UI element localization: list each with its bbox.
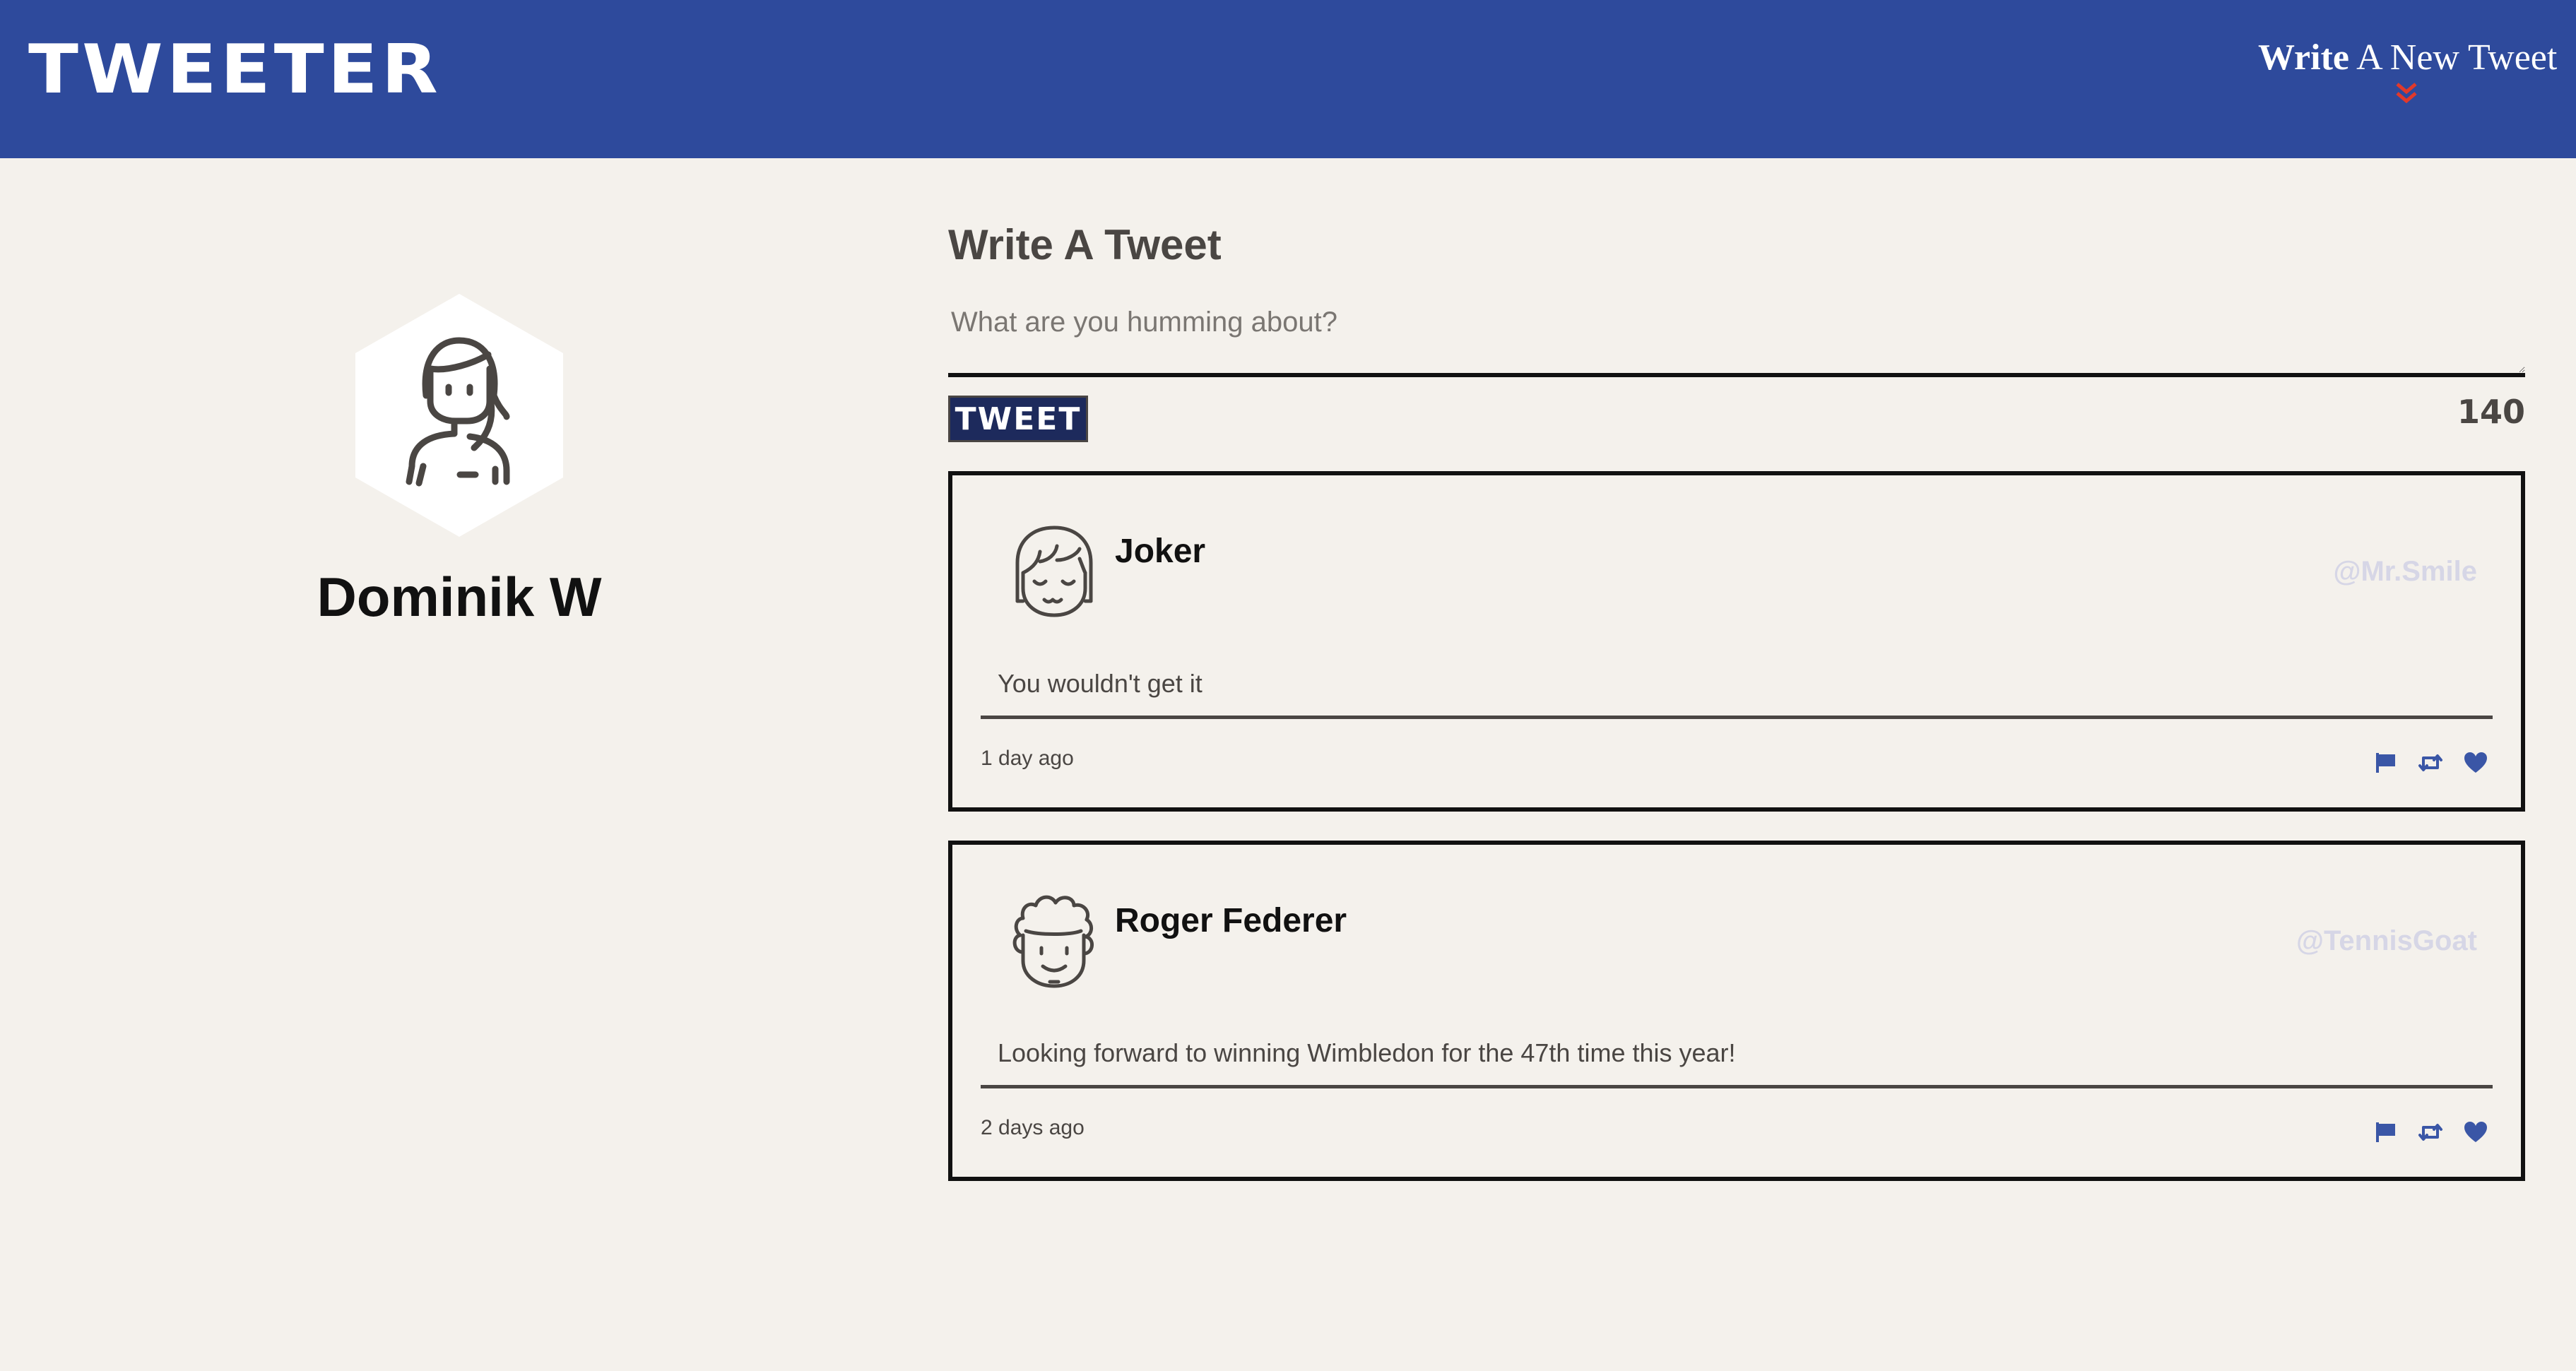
tweet-card: Roger Federer @TennisGoat Looking forwar… bbox=[948, 841, 2525, 1181]
write-new-tweet-label: Write A New Tweet bbox=[2258, 37, 2558, 78]
tweet-author-avatar bbox=[1012, 895, 1094, 988]
tweet-actions bbox=[2374, 1120, 2488, 1144]
write-new-tweet-toggle[interactable]: Write A New Tweet bbox=[2258, 37, 2558, 114]
chevron-double-down-icon bbox=[2396, 83, 2417, 104]
heart-icon[interactable] bbox=[2463, 1120, 2488, 1144]
brand-logo[interactable]: TWEETER bbox=[28, 30, 442, 109]
retweet-icon[interactable] bbox=[2418, 1120, 2443, 1144]
tweet-divider bbox=[981, 716, 2493, 719]
tweet-actions bbox=[2374, 751, 2488, 775]
tweet-author-name: Roger Federer bbox=[1115, 902, 1347, 939]
tweet-text-input[interactable] bbox=[948, 299, 2525, 377]
flag-icon[interactable] bbox=[2374, 751, 2398, 775]
flag-icon[interactable] bbox=[2374, 1120, 2398, 1144]
tweet-card: Joker @Mr.Smile You wouldn't get it 1 da… bbox=[948, 471, 2525, 812]
retweet-icon[interactable] bbox=[2418, 751, 2443, 775]
character-counter: 140 bbox=[2457, 393, 2525, 431]
compose-title: Write A Tweet bbox=[948, 221, 1222, 268]
tweet-author-name: Joker bbox=[1115, 533, 1206, 570]
tweet-author-handle: @Mr.Smile bbox=[2333, 556, 2477, 587]
tweet-author-handle: @TennisGoat bbox=[2296, 925, 2477, 956]
tweet-divider bbox=[981, 1085, 2493, 1088]
tweet-submit-button[interactable]: TWEET bbox=[948, 396, 1088, 442]
write-new-tweet-label-bold: Write bbox=[2258, 37, 2349, 78]
profile-username: Dominik W bbox=[317, 566, 602, 628]
heart-icon[interactable] bbox=[2463, 751, 2488, 775]
user-profile: Dominik W bbox=[268, 290, 650, 629]
profile-avatar bbox=[355, 294, 563, 537]
write-new-tweet-label-rest: A New Tweet bbox=[2348, 37, 2558, 78]
top-nav: TWEETER Write A New Tweet bbox=[0, 0, 2576, 158]
tweet-content: Looking forward to winning Wimbledon for… bbox=[998, 1038, 1736, 1067]
tweet-timestamp: 1 day ago bbox=[981, 747, 1074, 770]
tweet-content: You wouldn't get it bbox=[998, 669, 1203, 698]
tweet-author-avatar bbox=[1015, 526, 1093, 617]
tweet-timestamp: 2 days ago bbox=[981, 1116, 1085, 1139]
